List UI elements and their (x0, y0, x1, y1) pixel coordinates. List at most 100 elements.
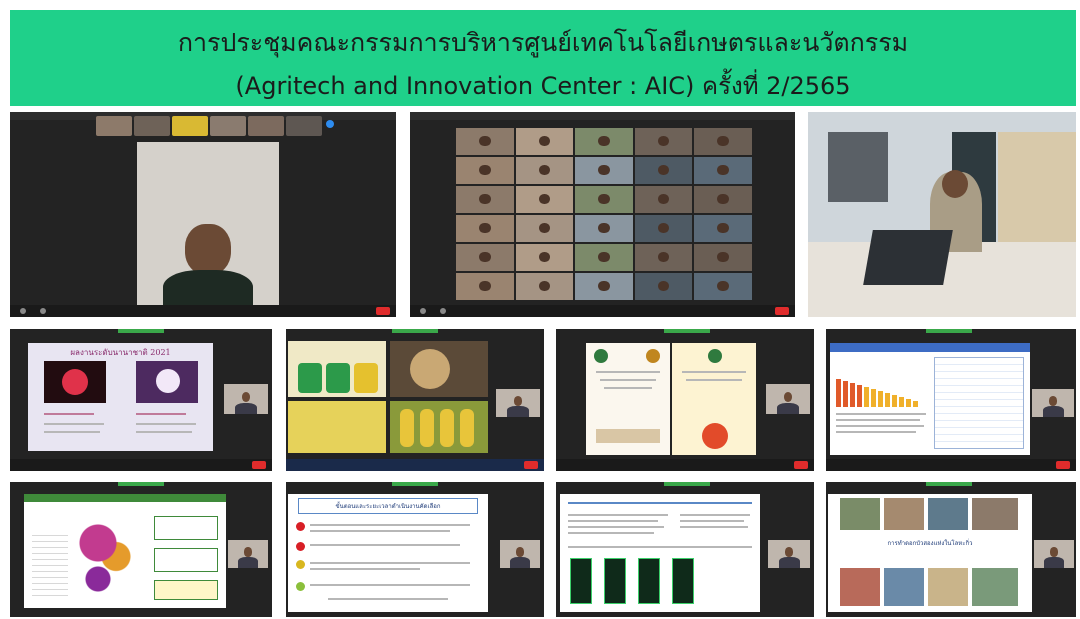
chart-bar (892, 395, 897, 407)
chart-bar (885, 393, 890, 407)
chart-bar (899, 397, 904, 407)
zoom-share-products (286, 329, 544, 471)
screen-image (604, 558, 626, 604)
end-call-icon[interactable] (775, 307, 789, 315)
chart-bar (850, 383, 855, 407)
chart-bar (906, 399, 911, 407)
presenter-video (768, 540, 810, 568)
main-speaker-video (137, 142, 279, 312)
data-table (934, 357, 1024, 449)
presenter-video (500, 540, 540, 568)
zoom-share-infographic (556, 482, 814, 617)
presenter-video (224, 384, 268, 414)
participant-thumbnail (286, 116, 322, 136)
zoom-top-bar (410, 112, 795, 120)
participant-tile (515, 128, 574, 155)
step-marker (296, 560, 305, 569)
slide-awards-title: ผลงานระดับนานาชาติ 2021 (70, 348, 171, 357)
mic-icon[interactable] (20, 308, 26, 314)
video-icon[interactable] (40, 308, 46, 314)
participant-thumbnail (210, 116, 246, 136)
zoom-share-awards: ผลงานระดับนานาชาติ 2021 (10, 329, 272, 471)
zoom-controls (410, 305, 795, 317)
training-photo (928, 568, 968, 606)
zoom-controls (10, 305, 396, 317)
chart-bar (843, 381, 848, 407)
participant-tile (515, 215, 574, 242)
product-photo-jar (390, 341, 488, 397)
participant-tile (634, 128, 693, 155)
participant-thumbnail (248, 116, 284, 136)
slide-map (24, 494, 226, 608)
participant-tile (694, 128, 752, 155)
presenter-video (496, 389, 540, 417)
zoom-share-training: การทำดอกบัวสองแห่งในโลหะกิ่ว (826, 482, 1076, 617)
video-icon[interactable] (440, 308, 446, 314)
office-photo (808, 112, 1076, 317)
participant-tile (634, 244, 693, 271)
participant-grid (456, 128, 752, 300)
presenter-video (766, 384, 810, 414)
participant-tile (515, 157, 574, 184)
participant-tile (575, 128, 633, 155)
end-call-icon[interactable] (794, 461, 808, 469)
chart-bar (857, 385, 862, 407)
slide-infographic (560, 494, 760, 612)
participant-tile (694, 157, 752, 184)
taskbar (286, 459, 544, 471)
screen-image (638, 558, 660, 604)
participant-thumbnail (134, 116, 170, 136)
participant-tile (694, 244, 752, 271)
end-call-icon[interactable] (1056, 461, 1070, 469)
participant-tile (515, 273, 574, 300)
participant-tile (575, 186, 633, 213)
meeting-title-english: (Agritech and Innovation Center : AIC) ค… (235, 72, 851, 100)
product-photo-snacks (288, 401, 386, 453)
meeting-title-thai: การประชุมคณะกรรมการบริหารศูนย์เทคโนโลยีเ… (177, 28, 909, 57)
zoom-controls (556, 459, 814, 471)
chart-bar (836, 379, 841, 407)
person-head (942, 170, 968, 198)
participant-tile (575, 244, 633, 271)
bar-chart (836, 377, 926, 407)
chart-bar (878, 391, 883, 407)
screen-image (570, 558, 592, 604)
participant-tile (515, 244, 574, 271)
slide-procedure-title: ขั้นตอนและระยะเวลาดำเนินงานคัดเลือก (298, 498, 478, 514)
participant-tile (456, 244, 514, 271)
chart-bar (864, 387, 869, 407)
presenter-video (228, 540, 268, 568)
product-photo-bananas (390, 401, 488, 453)
certificate-right (672, 343, 756, 455)
participant-tile (456, 273, 514, 300)
cabinet (998, 132, 1076, 242)
end-call-icon[interactable] (376, 307, 390, 315)
slide-chart (830, 343, 1030, 455)
zoom-share-procedure: ขั้นตอนและระยะเวลาดำเนินงานคัดเลือก (286, 482, 544, 617)
end-call-icon[interactable] (524, 461, 538, 469)
thailand-map (74, 516, 134, 606)
participant-tile (694, 273, 752, 300)
participant-camera-icon[interactable] (326, 120, 334, 128)
training-photo (840, 498, 880, 530)
slide-training-title: การทำดอกบัวสองแห่งในโลหะกิ่ว (887, 540, 973, 547)
step-marker (296, 582, 305, 591)
end-call-icon[interactable] (252, 461, 266, 469)
participant-thumbnail (96, 116, 132, 136)
participant-tile (634, 186, 693, 213)
zoom-share-certificates (556, 329, 814, 471)
monitor (828, 132, 888, 202)
chart-bar (913, 401, 918, 407)
slide-procedure: ขั้นตอนและระยะเวลาดำเนินงานคัดเลือก (288, 494, 488, 612)
zoom-controls (826, 459, 1076, 471)
training-photo (884, 498, 924, 530)
step-marker (296, 522, 305, 531)
presenter-video (1032, 389, 1074, 417)
participant-tile (456, 157, 514, 184)
participant-tile (456, 186, 514, 213)
zoom-controls (10, 459, 272, 471)
mic-icon[interactable] (420, 308, 426, 314)
participant-tile (515, 186, 574, 213)
laptop (863, 230, 953, 285)
zoom-share-map (10, 482, 272, 617)
